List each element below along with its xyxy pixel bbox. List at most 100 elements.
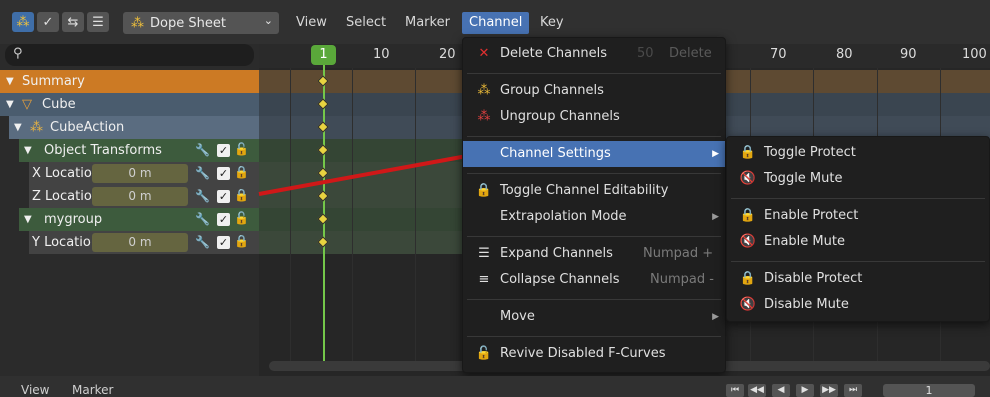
mute-icon: 🔇 [739,234,757,249]
menu-marker[interactable]: Marker [398,12,457,34]
wrench-icon[interactable]: 🔧 [195,143,210,157]
channel-group-object-transforms[interactable]: ▼ Object Transforms 🔧 ✓ 🔓 [19,139,259,162]
channel-label: X Locatio [32,166,92,181]
menu-item-toggle-editability[interactable]: 🔒 Toggle Channel Editability [463,178,725,204]
dopesheet-icon: ⁂ [131,15,144,31]
menu-view[interactable]: View [289,12,334,34]
menu-item-delete-channels[interactable]: ✕ Delete Channels 50 Delete [463,41,725,67]
drivers-icon[interactable]: ⇆ [62,12,84,32]
mute-checkbox[interactable]: ✓ [217,213,230,226]
channel-y-location[interactable]: Y Locatio 0 m 🔧 ✓ 🔒 [29,231,259,254]
mute-checkbox[interactable]: ✓ [217,144,230,157]
collapse-icon: ▼ [24,145,32,156]
menu-item-disable-protect[interactable]: 🔒 Disable Protect [727,266,989,292]
jump-start-icon[interactable]: ⏮ [726,384,744,397]
channel-label: Y Locatio [32,235,91,250]
wrench-icon[interactable]: 🔧 [195,212,210,226]
channel-settings-submenu: 🔒 Toggle Protect 🔇 Toggle Mute 🔒 Enable … [726,136,990,322]
menu-item-toggle-protect[interactable]: 🔒 Toggle Protect [727,140,989,166]
lock-icon[interactable]: 🔒 [234,166,249,179]
lock-icon[interactable]: 🔒 [234,235,249,248]
menu-item-channel-settings[interactable]: Channel Settings ▶ [463,141,725,167]
jump-keyframe-forward-icon[interactable]: ▶▶ [820,384,838,397]
value-field[interactable]: 0 m [92,164,188,183]
submenu-arrow-icon: ▶ [712,312,719,322]
submenu-arrow-icon: ▶ [712,149,719,159]
play-icon[interactable]: ▶ [796,384,814,397]
mute-icon: 🔇 [739,297,757,312]
nla-icon[interactable]: ☰ [87,12,109,32]
current-frame-field[interactable]: 1 [883,384,975,397]
lock-open-icon[interactable]: 🔓 [234,212,249,225]
menu-key[interactable]: Key [533,12,571,34]
mute-icon: 🔇 [739,171,757,186]
keyframe-mode-icon[interactable]: ⁂ [12,12,34,32]
grid-line [290,68,291,363]
menu-item-disable-mute[interactable]: 🔇 Disable Mute [727,292,989,318]
channel-x-location[interactable]: X Locatio 0 m 🔧 ✓ 🔒 [29,162,259,185]
group-label: Object Transforms [44,143,162,158]
mute-checkbox[interactable]: ✓ [217,167,230,180]
grid-line [415,68,416,363]
menu-item-collapse-channels[interactable]: ≡ Collapse Channels Numpad - [463,267,725,293]
lock-icon: 🔒 [739,208,757,223]
mute-checkbox[interactable]: ✓ [217,190,230,203]
frame-tick: 80 [836,47,853,62]
frame-tick: 70 [770,47,787,62]
collapse-icon: ▼ [14,122,22,133]
channel-action[interactable]: ▼ ⁂ CubeAction [9,116,259,139]
expand-icon: ☰ [478,246,490,261]
menu-item-enable-protect[interactable]: 🔒 Enable Protect [727,203,989,229]
menu-item-ungroup-channels[interactable]: ⁂ Ungroup Channels [463,104,725,130]
menu-item-revive-fcurves[interactable]: 🔓 Revive Disabled F-Curves [463,341,725,367]
lock-icon: 🔒 [739,145,757,160]
action-icon: ⁂ [30,120,43,135]
menu-item-extrapolation-mode[interactable]: Extrapolation Mode ▶ [463,204,725,230]
editor-mode-select[interactable]: ⁂ Dope Sheet ⌄ [123,12,279,34]
chevron-down-icon: ⌄ [263,14,273,27]
menu-channel[interactable]: Channel [462,12,530,34]
search-input[interactable]: ⚲ [5,44,254,66]
channel-label: Z Locatio [32,189,92,204]
object-icon: ▽ [22,97,32,112]
jump-end-icon[interactable]: ⏭ [844,384,862,397]
wrench-icon[interactable]: 🔧 [195,235,210,249]
arrow-line [258,154,468,196]
collapse-icon: ▼ [6,76,14,87]
separator [467,73,721,74]
close-icon: ✕ [478,46,490,61]
graph-editor-icon[interactable]: ✓ [37,12,59,32]
mute-checkbox[interactable]: ✓ [217,236,230,249]
playhead-frame[interactable]: 1 [311,45,336,65]
menu-select[interactable]: Select [339,12,393,34]
menu-item-group-channels[interactable]: ⁂ Group Channels [463,78,725,104]
separator [467,173,721,174]
jump-keyframe-back-icon[interactable]: ◀◀ [748,384,766,397]
group-icon: ⁂ [477,83,491,98]
play-reverse-icon[interactable]: ◀ [772,384,790,397]
menu-item-toggle-mute[interactable]: 🔇 Toggle Mute [727,166,989,192]
separator [467,299,721,300]
channel-object[interactable]: ▼ ▽ Cube [0,93,259,116]
wrench-icon[interactable]: 🔧 [195,166,210,180]
menu-item-move[interactable]: Move ▶ [463,304,725,330]
menu-item-expand-channels[interactable]: ☰ Expand Channels Numpad + [463,241,725,267]
bottom-menu-view[interactable]: View [21,384,49,397]
separator [731,198,985,199]
lock-open-icon[interactable]: 🔓 [234,143,249,156]
frame-tick: 20 [439,47,456,62]
bottom-menu-marker[interactable]: Marker [72,384,113,397]
menu-item-enable-mute[interactable]: 🔇 Enable Mute [727,229,989,255]
search-icon: ⚲ [13,46,23,61]
value-field[interactable]: 0 m [92,233,188,252]
channel-summary[interactable]: ▼ Summary [0,70,259,93]
editor-mode-label: Dope Sheet [150,15,226,31]
frame-tick: 90 [900,47,917,62]
value-field[interactable]: 0 m [92,187,188,206]
wrench-icon[interactable]: 🔧 [195,189,210,203]
separator [731,261,985,262]
lock-icon[interactable]: 🔒 [234,189,249,202]
channel-z-location[interactable]: Z Locatio 0 m 🔧 ✓ 🔒 [29,185,259,208]
channel-group-mygroup[interactable]: ▼ mygroup 🔧 ✓ 🔓 [19,208,259,231]
group-label: mygroup [44,212,103,227]
